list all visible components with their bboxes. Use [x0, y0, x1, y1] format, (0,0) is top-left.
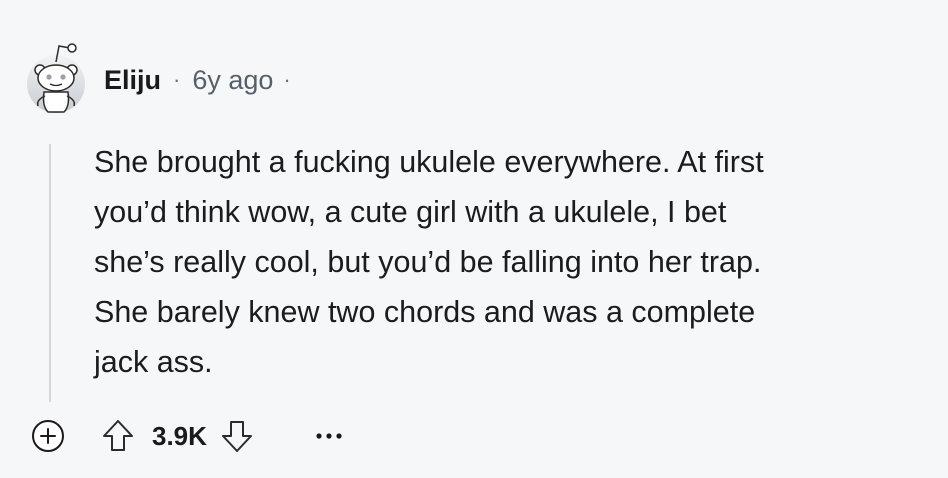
comment-timestamp[interactable]: 6y ago [192, 65, 273, 96]
meta-separator-trailing: · [283, 67, 291, 92]
ellipsis-icon [316, 433, 342, 439]
upvote-button[interactable] [96, 414, 140, 458]
downvote-button[interactable] [215, 414, 259, 458]
avatar[interactable] [26, 32, 86, 114]
comment-actions: 3.9K [28, 414, 349, 458]
arrow-up-outline-icon [103, 420, 133, 451]
expand-thread-button[interactable] [28, 416, 68, 456]
comment-body: She brought a fucking ukulele everywhere… [94, 145, 764, 379]
arrow-down-outline-icon [221, 421, 252, 452]
more-options-button[interactable] [309, 416, 349, 456]
comment-header: Eliju · 6y ago · [104, 60, 291, 100]
vote-score: 3.9K [152, 420, 207, 451]
snoo-avatar-icon [27, 43, 85, 113]
author-username[interactable]: Eliju [104, 65, 161, 96]
plus-circle-icon [32, 420, 64, 452]
thread-line[interactable] [49, 144, 51, 402]
meta-separator: · [173, 67, 181, 92]
